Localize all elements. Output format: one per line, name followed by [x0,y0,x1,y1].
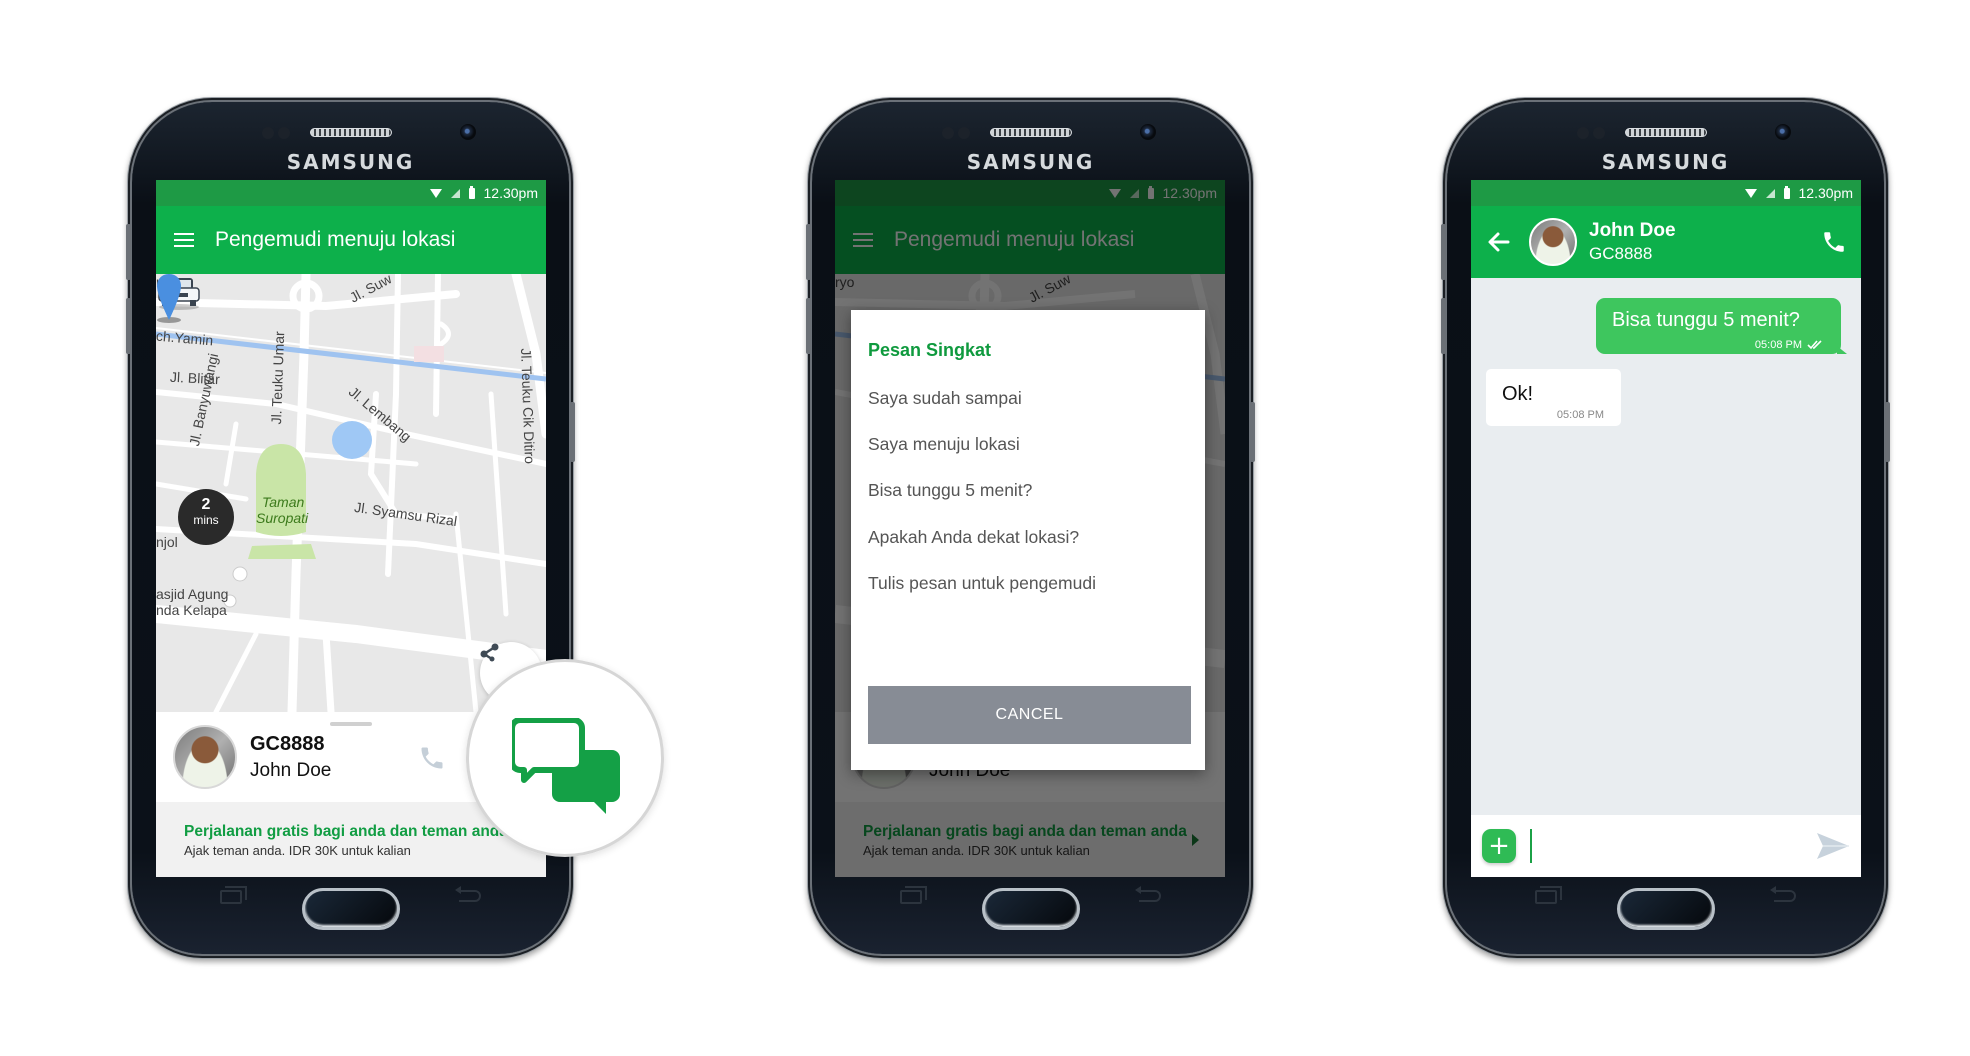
send-icon[interactable] [1815,831,1851,861]
screen: 12.30pm John Doe GC8888 Bisa tunggu 5 me… [1471,180,1861,877]
contact-plate: GC8888 [1589,244,1653,263]
chat-button[interactable] [466,659,664,857]
status-time: 12.30pm [1798,185,1853,201]
driver-name: John Doe [250,760,332,781]
read-receipt-icon [1807,340,1822,350]
message-incoming: Ok! 05:08 PM [1486,369,1621,426]
call-icon[interactable] [418,744,446,772]
battery-icon [1783,185,1790,199]
status-bar: 12.30pm [1471,180,1861,206]
signal-icon [1765,188,1775,198]
wifi-icon [1744,188,1757,198]
sensor-icon [262,127,274,139]
back-icon[interactable] [455,886,481,902]
message-input[interactable] [1530,829,1815,863]
map-view[interactable]: ryo Jl. Suw ch.Yamin Jl. Blitar Jl. Bany… [156,274,546,712]
menu-icon[interactable] [174,233,194,247]
eta-badge: 2 mins [178,489,234,545]
speaker-grille [1624,128,1707,137]
front-camera-icon [1140,124,1156,140]
contact-name: John Doe [1589,220,1676,241]
volume-button [126,224,131,280]
quick-message-option[interactable]: Saya sudah sampai [868,388,1022,409]
brand-logo: SAMSUNG [1601,150,1730,174]
eta-value: 2 [201,496,211,513]
map-label: Taman [262,494,305,510]
phone-quick-message: SAMSUNG 12.30pm Pengemudi menuju lokasi [806,102,1255,954]
volume-button [806,224,811,280]
share-icon [480,643,499,662]
back-icon[interactable] [1135,886,1161,902]
home-button[interactable] [301,888,400,930]
wifi-icon [429,188,442,198]
driver-avatar [173,725,237,789]
message-text: Ok! [1502,383,1534,405]
message-time: 05:08 PM [1556,409,1604,421]
front-camera-icon [1775,124,1791,140]
dialog-title: Pesan Singkat [868,340,992,360]
attach-button[interactable]: + [1482,829,1516,863]
sensor-icon [1577,127,1589,139]
volume-button [1441,224,1446,280]
status-time: 12.30pm [483,185,538,201]
chat-bubbles-icon [512,718,620,814]
message-list[interactable]: Bisa tunggu 5 menit? 05:08 PM Ok! 05:08 … [1471,278,1861,815]
back-arrow-icon[interactable] [1487,230,1511,254]
quick-message-dialog: Pesan Singkat Saya sudah sampai Saya men… [851,310,1205,770]
map-label: Jl. Teuku Umar [268,330,288,425]
map-label: nda Kelapa [156,602,227,618]
call-icon[interactable] [1821,229,1847,255]
contact-avatar [1529,218,1577,266]
drag-handle[interactable] [330,722,372,726]
message-composer: + [1471,815,1861,877]
sensor-icon [958,127,970,139]
speaker-grille [989,128,1072,137]
power-button [1885,402,1890,462]
quick-message-option[interactable]: Tulis pesan untuk pengemudi [868,573,1096,594]
screen: 12.30pm Pengemudi menuju lokasi ryo Jl. … [835,180,1225,877]
home-button[interactable] [1616,888,1715,930]
signal-icon [450,188,460,198]
location-pin-icon [157,274,181,323]
brand-logo: SAMSUNG [286,150,415,174]
volume-button [806,298,811,354]
quick-message-option[interactable]: Bisa tunggu 5 menit? [868,480,1032,501]
power-button [1250,402,1255,462]
quick-message-option[interactable]: Apakah Anda dekat lokasi? [868,527,1079,548]
app-bar: Pengemudi menuju lokasi [156,206,546,274]
volume-button [126,298,131,354]
sensor-icon [1593,127,1605,139]
eta-unit: mins [193,513,219,527]
sensor-icon [942,127,954,139]
chat-header: John Doe GC8888 [1471,206,1861,278]
sensor-icon [278,127,290,139]
volume-button [1441,298,1446,354]
phone-chat: SAMSUNG 12.30pm John Doe GC8888 Bisa tun… [1441,102,1890,954]
message-text: Bisa tunggu 5 menit? [1612,309,1800,331]
front-camera-icon [460,124,476,140]
map-label: njol [156,534,178,550]
recent-apps-icon[interactable] [220,886,247,904]
status-bar: 12.30pm [156,180,546,206]
map-label: Suropati [256,510,309,526]
cancel-button[interactable]: CANCEL [868,686,1191,744]
battery-icon [468,185,475,199]
map-label: asjid Agung [156,586,229,602]
quick-message-option[interactable]: Saya menuju lokasi [868,434,1020,455]
speaker-grille [309,128,392,137]
message-time: 05:08 PM [1754,339,1802,351]
recent-apps-icon[interactable] [1535,886,1562,904]
message-outgoing: Bisa tunggu 5 menit? 05:08 PM [1596,298,1847,354]
page-title: Pengemudi menuju lokasi [215,228,456,251]
recent-apps-icon[interactable] [900,886,927,904]
home-button[interactable] [981,888,1080,930]
power-button [570,402,575,462]
back-icon[interactable] [1770,886,1796,902]
driver-plate: GC8888 [250,733,325,755]
promo-subtitle: Ajak teman anda. IDR 30K untuk kalian [184,843,411,858]
brand-logo: SAMSUNG [966,150,1095,174]
